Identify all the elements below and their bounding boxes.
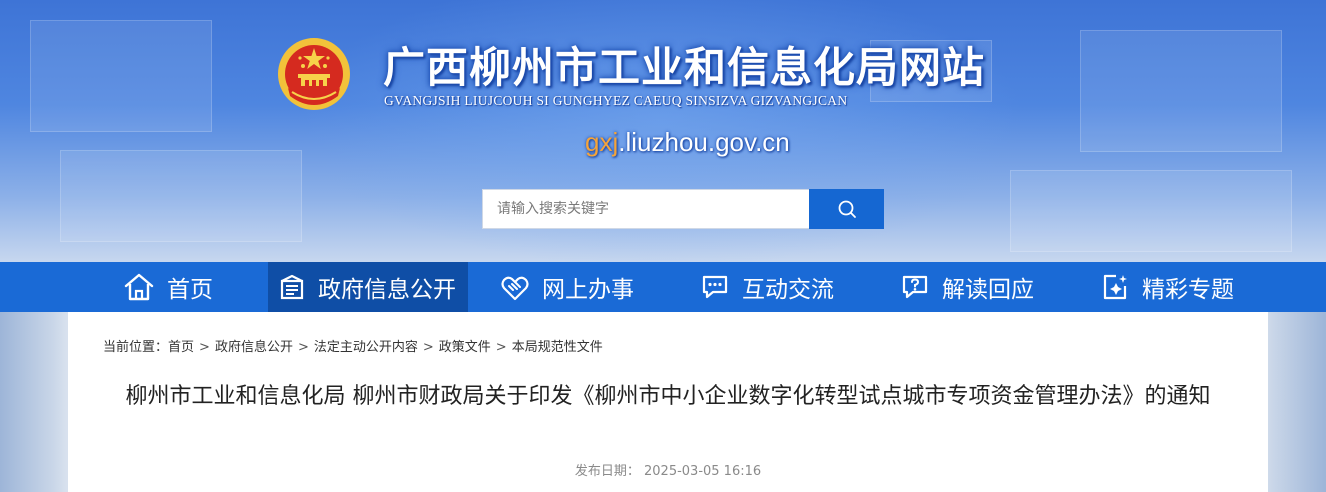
- nav-item-label: 政府信息公开: [318, 277, 456, 303]
- breadcrumb-separator: >: [495, 340, 507, 355]
- search-icon: [838, 200, 856, 218]
- breadcrumb-prefix: 当前位置：: [103, 340, 169, 355]
- site-subtitle: GVANGJSIH LIUJCOUH SI GUNGHYEZ CAEUQ SIN…: [384, 93, 848, 108]
- breadcrumb-item-policy-docs[interactable]: 政策文件: [439, 340, 491, 355]
- nav-item-special-topics[interactable]: 精彩专题: [1100, 262, 1234, 312]
- nav-item-label: 解读回应: [942, 277, 1034, 303]
- header-bg-decoration: [1080, 30, 1282, 152]
- header-bg-decoration: [60, 150, 302, 242]
- nav-item-label: 精彩专题: [1142, 277, 1234, 303]
- search-input[interactable]: [482, 189, 809, 229]
- search-bar: [482, 189, 884, 229]
- nav-item-interaction[interactable]: 互动交流: [700, 262, 834, 312]
- breadcrumb-item-normative-docs[interactable]: 本局规范性文件: [512, 340, 603, 355]
- breadcrumb-item-gov-info[interactable]: 政府信息公开: [215, 340, 293, 355]
- site-domain[interactable]: gxj.liuzhou.gov.cn: [585, 127, 790, 158]
- header-bg-decoration: [30, 20, 212, 132]
- site-header: 广西柳州市工业和信息化局网站 GVANGJSIH LIUJCOUH SI GUN…: [0, 0, 1326, 262]
- article-title: 柳州市工业和信息化局 柳州市财政局关于印发《柳州市中小企业数字化转型试点城市专项…: [125, 384, 1211, 409]
- breadcrumb-item-statutory-content[interactable]: 法定主动公开内容: [314, 340, 418, 355]
- question-chat-icon: [902, 275, 928, 299]
- site-title: 广西柳州市工业和信息化局网站: [383, 43, 986, 92]
- article-panel: 当前位置：首页 > 政府信息公开 > 法定主动公开内容 > 政策文件 > 本局规范性文件 柳州市…: [68, 312, 1268, 492]
- document-icon: [280, 274, 304, 300]
- nav-item-label: 网上办事: [542, 277, 634, 303]
- breadcrumb: 当前位置：首页 > 政府信息公开 > 法定主动公开内容 > 政策文件 > 本局规范性文件: [103, 336, 603, 355]
- domain-highlight: gxj: [585, 127, 619, 157]
- publish-label: 发布日期：: [574, 464, 640, 479]
- nav-item-gov-info[interactable]: 政府信息公开: [268, 262, 468, 312]
- handshake-icon: [501, 276, 529, 301]
- main-nav: 首页 政府信息公开 网上办事 互动交流 解读回应 精彩专题: [0, 262, 1326, 312]
- nav-item-online-service[interactable]: 网上办事: [500, 262, 634, 312]
- breadcrumb-separator: >: [297, 340, 309, 355]
- national-emblem-icon: [278, 38, 350, 110]
- nav-item-home[interactable]: 首页: [123, 262, 213, 312]
- breadcrumb-separator: >: [199, 340, 210, 355]
- sparkle-icon: [1103, 274, 1127, 300]
- nav-item-label: 互动交流: [742, 277, 834, 303]
- publish-info: 发布日期： 2025-03-05 16:16: [68, 460, 1268, 479]
- chat-icon: [702, 275, 728, 299]
- search-button[interactable]: [809, 189, 884, 229]
- domain-rest: .liuzhou.gov.cn: [618, 127, 790, 157]
- nav-item-label: 首页: [167, 277, 213, 303]
- home-icon: [124, 273, 154, 301]
- publish-date: 2025-03-05 16:16: [644, 464, 762, 479]
- nav-item-interpretation[interactable]: 解读回应: [900, 262, 1034, 312]
- header-bg-decoration: [1010, 170, 1292, 252]
- breadcrumb-item-home[interactable]: 首页: [168, 340, 194, 355]
- breadcrumb-separator: >: [422, 340, 434, 355]
